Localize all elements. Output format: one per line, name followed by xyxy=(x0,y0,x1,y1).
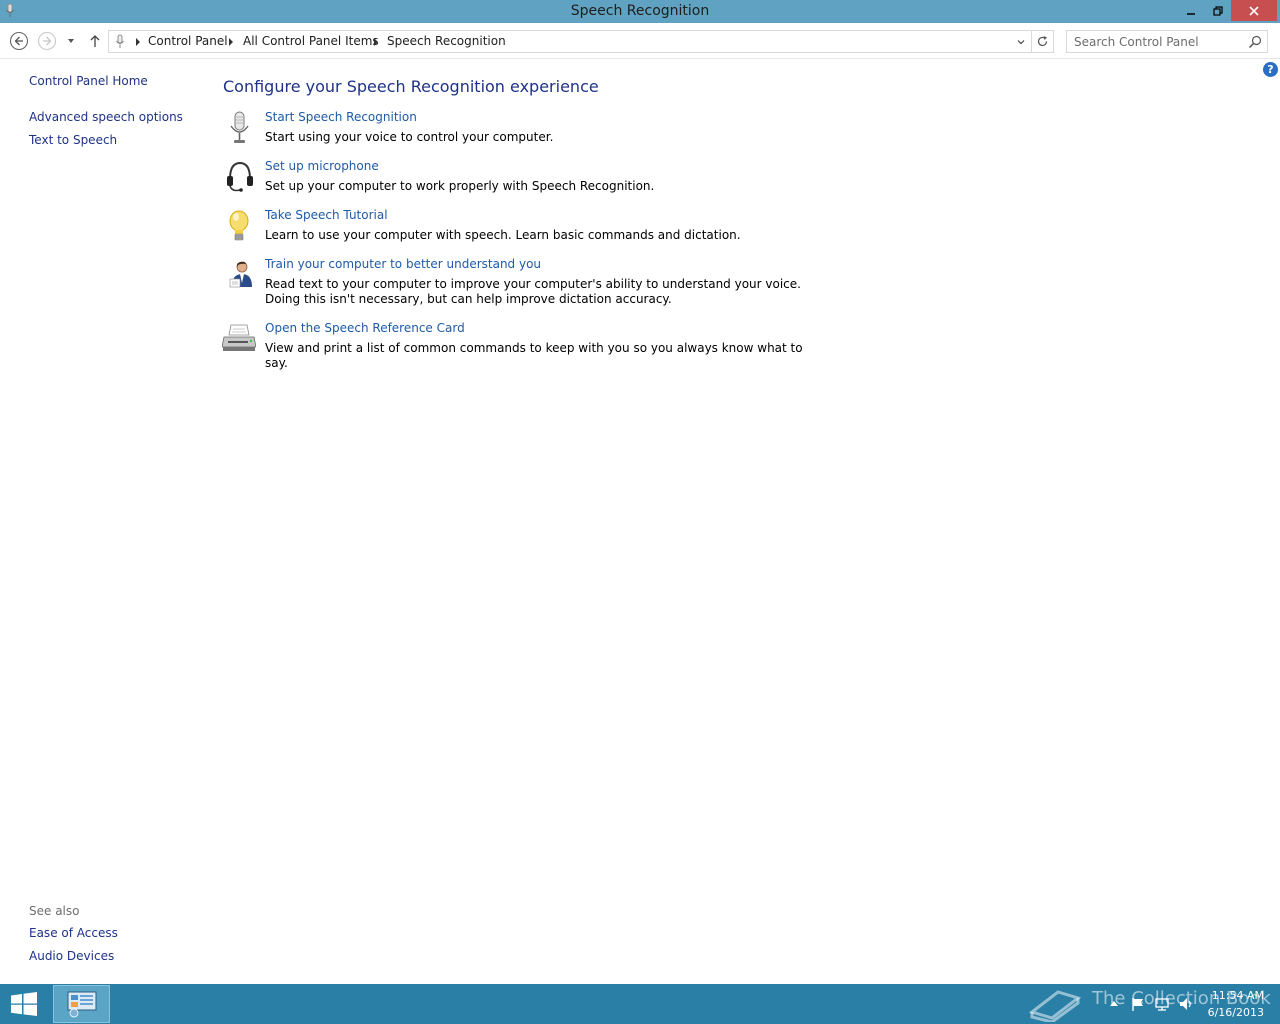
task-description: Learn to use your computer with speech. … xyxy=(265,228,741,242)
open-speech-reference-card-link[interactable]: Open the Speech Reference Card xyxy=(265,321,465,335)
user-training-icon xyxy=(229,261,252,288)
search-icon[interactable] xyxy=(1247,34,1263,50)
address-bar[interactable]: Control Panel All Control Panel Items Sp… xyxy=(108,30,1054,53)
control-panel-home-link[interactable]: Control Panel Home xyxy=(29,74,148,88)
ease-of-access-link[interactable]: Ease of Access xyxy=(29,926,118,940)
clock-date[interactable]: 6/16/2013 xyxy=(1200,1006,1264,1019)
watermark-book-logo xyxy=(1028,990,1082,1022)
restore-icon xyxy=(1212,5,1223,16)
take-speech-tutorial-link[interactable]: Take Speech Tutorial xyxy=(265,208,388,222)
see-also-heading: See also xyxy=(29,904,80,918)
text-to-speech-link[interactable]: Text to Speech xyxy=(29,133,117,147)
microphone-icon xyxy=(230,111,249,143)
action-center-flag-icon[interactable] xyxy=(1130,996,1146,1012)
task-description: Read text to your computer to improve yo… xyxy=(265,277,801,306)
refresh-button[interactable] xyxy=(1031,31,1053,52)
title-bar: Speech Recognition xyxy=(0,0,1280,23)
address-history-button[interactable] xyxy=(1014,34,1028,50)
microphone-icon xyxy=(116,34,124,48)
taskbar-control-panel-button[interactable] xyxy=(53,985,110,1023)
audio-devices-link[interactable]: Audio Devices xyxy=(29,949,114,963)
start-speech-recognition-link[interactable]: Start Speech Recognition xyxy=(265,110,417,124)
control-panel-icon xyxy=(67,991,96,1018)
chevron-down-icon xyxy=(68,39,74,43)
lightbulb-icon xyxy=(229,210,249,241)
minimize-button[interactable] xyxy=(1178,0,1204,21)
back-button[interactable] xyxy=(9,31,29,51)
search-box xyxy=(1066,30,1268,53)
help-icon: ? xyxy=(1267,63,1274,76)
minimize-icon xyxy=(1187,12,1195,15)
breadcrumb-all-control-panel-items[interactable]: All Control Panel Items xyxy=(243,34,379,48)
task-description: Set up your computer to work properly wi… xyxy=(265,179,655,193)
network-icon[interactable] xyxy=(1154,996,1170,1012)
clock-time[interactable]: 11:54 AM xyxy=(1200,989,1264,1002)
window-title: Speech Recognition xyxy=(570,3,710,19)
help-button[interactable]: ? xyxy=(1263,62,1278,77)
task-description: View and print a list of common commands… xyxy=(265,341,803,370)
refresh-icon xyxy=(1037,36,1048,47)
recent-locations-button[interactable] xyxy=(64,31,78,51)
train-computer-link[interactable]: Train your computer to better understand… xyxy=(265,257,541,271)
chevron-down-icon xyxy=(1017,40,1025,45)
headset-icon xyxy=(227,161,253,192)
close-icon xyxy=(1249,5,1259,16)
set-up-microphone-link[interactable]: Set up microphone xyxy=(265,159,379,173)
breadcrumb-separator-icon[interactable] xyxy=(371,36,381,48)
forward-button[interactable] xyxy=(37,31,57,51)
task-description: Start using your voice to control your c… xyxy=(265,130,554,144)
breadcrumb-separator-icon[interactable] xyxy=(133,36,143,48)
page-title: Configure your Speech Recognition experi… xyxy=(223,77,599,96)
navigation-bar: Control Panel All Control Panel Items Sp… xyxy=(0,23,1280,59)
up-button[interactable] xyxy=(85,31,105,51)
advanced-speech-options-link[interactable]: Advanced speech options xyxy=(29,110,183,124)
forward-arrow-icon xyxy=(37,31,57,51)
breadcrumb-speech-recognition[interactable]: Speech Recognition xyxy=(387,34,506,48)
close-button[interactable] xyxy=(1231,0,1277,21)
back-arrow-icon xyxy=(9,31,29,51)
start-button[interactable] xyxy=(10,992,38,1016)
volume-icon[interactable] xyxy=(1178,996,1194,1012)
search-input[interactable] xyxy=(1067,31,1245,52)
show-hidden-icons-icon[interactable] xyxy=(1106,996,1122,1012)
breadcrumb-control-panel[interactable]: Control Panel xyxy=(148,34,228,48)
up-arrow-icon xyxy=(90,35,100,47)
breadcrumb-separator-icon[interactable] xyxy=(226,36,236,48)
restore-button[interactable] xyxy=(1204,0,1231,21)
taskbar: The Collection Book 11:54 AM 6/16/2013 xyxy=(0,984,1280,1024)
printer-icon xyxy=(222,324,256,351)
